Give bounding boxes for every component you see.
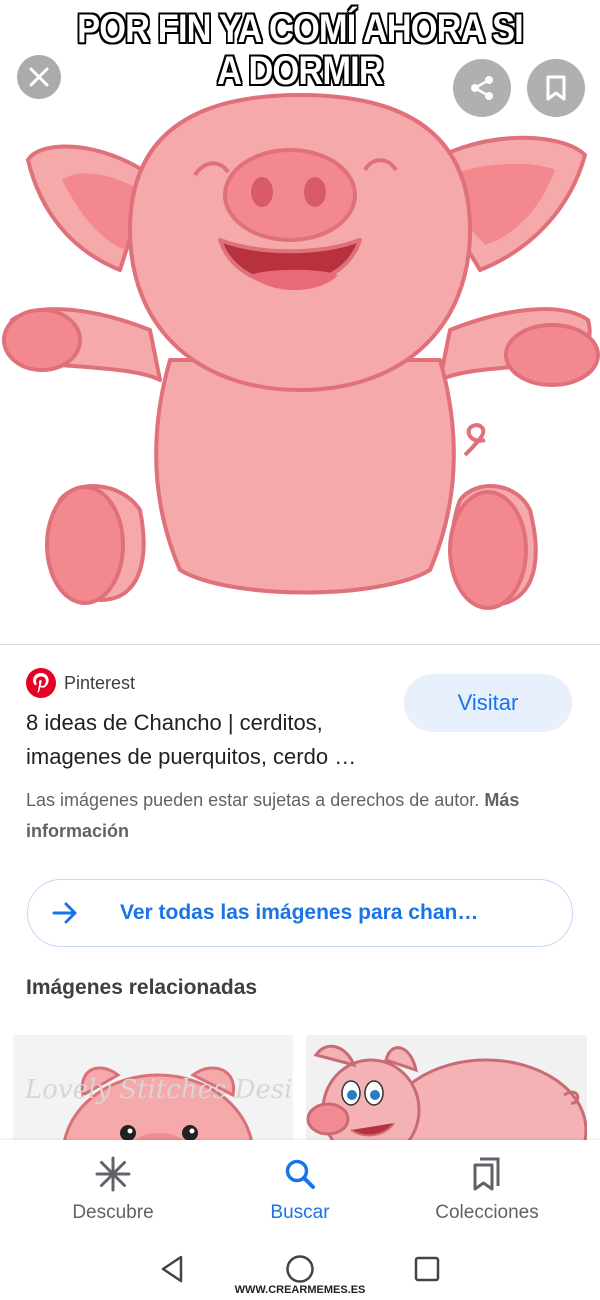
see-all-images-button[interactable]: Ver todas las imágenes para chan… bbox=[27, 879, 573, 947]
related-image-2[interactable] bbox=[306, 1035, 587, 1145]
arrow-right-icon bbox=[52, 898, 82, 928]
visit-button[interactable]: Visitar bbox=[404, 674, 572, 732]
source-name: Pinterest bbox=[64, 672, 136, 693]
recents-button[interactable] bbox=[410, 1252, 444, 1286]
back-button[interactable] bbox=[155, 1252, 189, 1286]
asterisk-icon bbox=[23, 1156, 203, 1192]
close-button[interactable] bbox=[17, 55, 61, 99]
home-button[interactable] bbox=[283, 1252, 317, 1286]
collections-icon bbox=[397, 1156, 577, 1192]
site-credit: WWW.CREARMEMES.ES bbox=[234, 1284, 366, 1296]
nav-item-collections[interactable]: Colecciones bbox=[397, 1156, 577, 1224]
nav-label-search: Buscar bbox=[270, 1202, 330, 1223]
share-button[interactable] bbox=[453, 59, 511, 117]
meme-caption-line-1: POR FIN YA COMÍ AHORA SI bbox=[77, 7, 524, 51]
result-title[interactable]: 8 ideas de Chancho | cerditos, imagenes … bbox=[26, 706, 396, 774]
share-icon bbox=[471, 76, 493, 100]
source-row[interactable]: Pinterest bbox=[26, 668, 135, 698]
save-button[interactable] bbox=[527, 59, 585, 117]
copyright-text: Las imágenes pueden estar sujetas a dere… bbox=[26, 790, 480, 810]
bottom-navigation: Descubre Buscar Colecciones bbox=[0, 1140, 600, 1235]
nav-item-discover[interactable]: Descubre bbox=[23, 1156, 203, 1224]
pig-illustration-2 bbox=[306, 1044, 587, 1145]
home-circle-icon bbox=[286, 1255, 314, 1283]
watermark: Lovely Stitches Design bbox=[25, 1075, 293, 1105]
result-image[interactable]: POR FIN YA COMÍ AHORA SI A DORMIR bbox=[0, 0, 600, 645]
close-icon bbox=[29, 67, 49, 87]
bookmark-icon bbox=[546, 75, 566, 101]
search-icon bbox=[210, 1156, 390, 1192]
pig-illustration bbox=[2, 93, 600, 610]
nav-label-collections: Colecciones bbox=[435, 1202, 539, 1223]
pinterest-logo-icon bbox=[26, 668, 56, 698]
related-image-1[interactable]: Lovely Stitches Design bbox=[13, 1035, 293, 1145]
see-all-label: Ver todas las imágenes para chan… bbox=[120, 901, 479, 924]
nav-label-discover: Descubre bbox=[72, 1202, 154, 1223]
related-images-heading: Imágenes relacionadas bbox=[26, 976, 258, 999]
recents-square-icon bbox=[414, 1256, 440, 1282]
nav-item-search[interactable]: Buscar bbox=[210, 1156, 390, 1224]
copyright-notice: Las imágenes pueden estar sujetas a dere… bbox=[26, 785, 581, 847]
back-triangle-icon bbox=[161, 1255, 183, 1283]
divider bbox=[0, 644, 600, 645]
